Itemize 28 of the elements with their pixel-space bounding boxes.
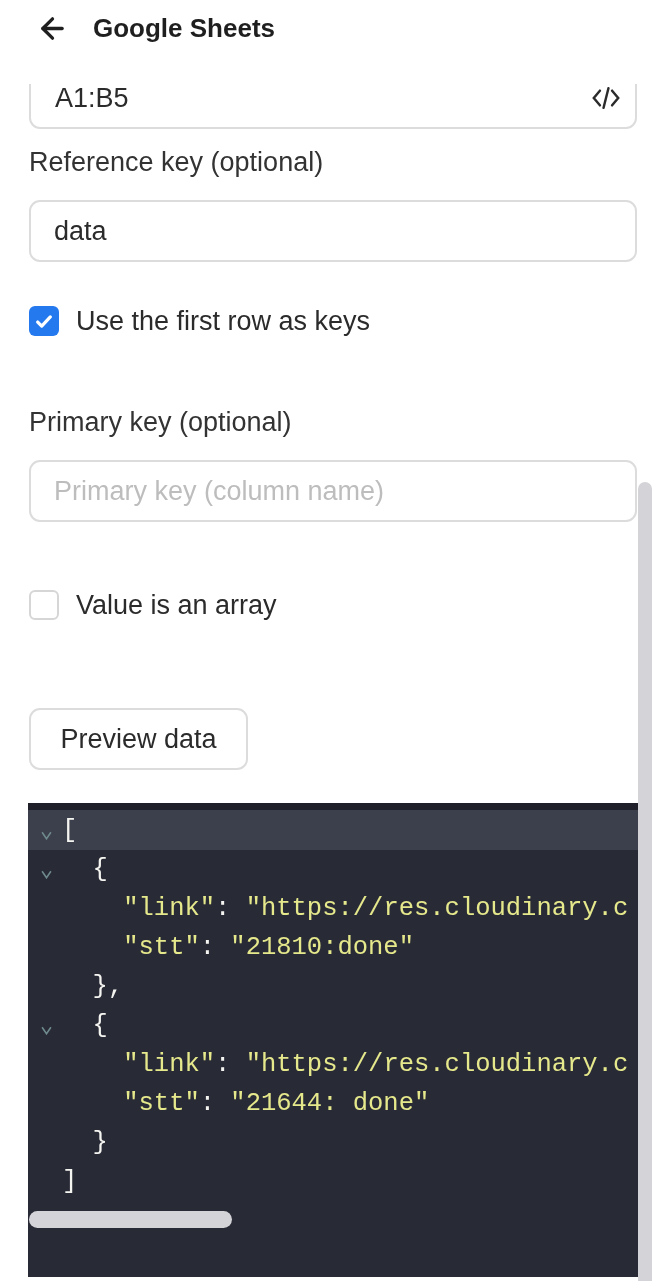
checkbox[interactable] — [29, 590, 59, 620]
code-line: ] — [62, 1166, 78, 1198]
code-line: "stt": "21810:done" — [123, 932, 414, 964]
field-label: Reference key (optional) — [29, 147, 324, 177]
fold-chevron-icon[interactable] — [40, 870, 52, 879]
code-line: "stt": "21644: done" — [123, 1088, 430, 1120]
range-field[interactable]: A1:B5 — [29, 84, 637, 129]
fold-chevron-icon[interactable] — [40, 830, 52, 840]
code-line: }, — [92, 971, 124, 1003]
code-line: "link": "https://res.cloudinary.c — [123, 893, 629, 925]
vertical-scrollbar-thumb[interactable] — [638, 482, 652, 1281]
page-title: Google Sheets — [93, 11, 276, 45]
code-line: } — [92, 1127, 108, 1159]
code-line: [ — [62, 814, 78, 847]
code-line: "link": "https://res.cloudinary.c — [123, 1049, 629, 1081]
preview-data-button[interactable]: Preview data — [29, 708, 248, 770]
field-label: Primary key (optional) — [29, 407, 292, 437]
checkmark-icon — [36, 314, 52, 328]
code-line: { — [92, 1010, 108, 1042]
fold-chevron-icon[interactable] — [40, 1026, 52, 1035]
checkbox[interactable] — [29, 306, 59, 336]
reference-key-field[interactable]: data — [29, 200, 637, 262]
horizontal-scrollbar-thumb[interactable] — [29, 1211, 232, 1228]
code-line: { — [92, 854, 108, 886]
code-icon[interactable] — [591, 87, 621, 109]
primary-key-field[interactable]: Primary key (column name) — [29, 460, 637, 522]
checkbox-label[interactable]: Use the first row as keys — [76, 305, 371, 337]
checkbox-label[interactable]: Value is an array — [76, 589, 277, 621]
